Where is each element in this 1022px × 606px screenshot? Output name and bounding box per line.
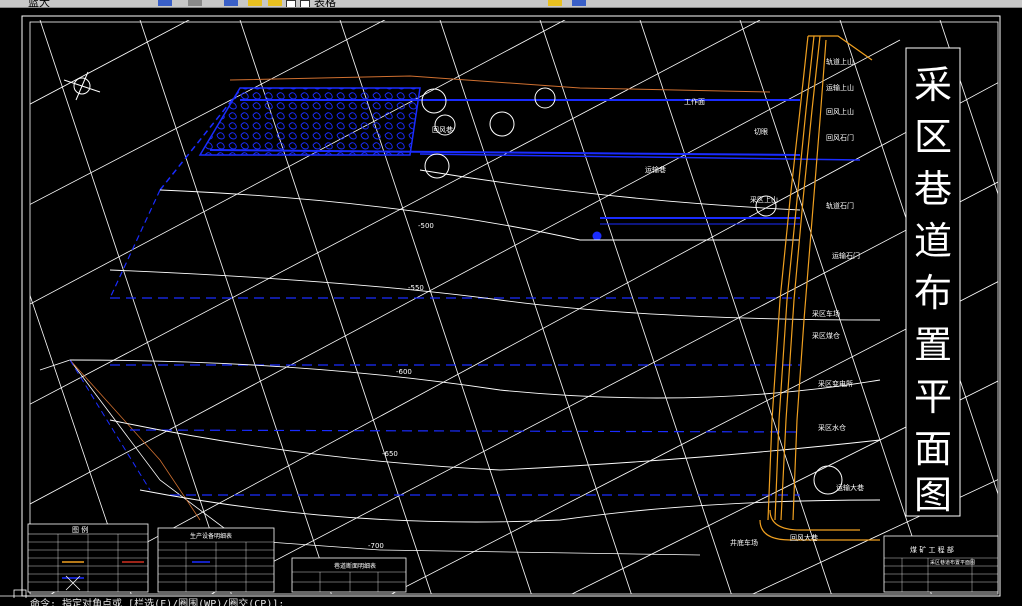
- section-table: 巷道断面明细表: [291, 557, 407, 593]
- drawing-canvas[interactable]: 轨道上山 运输上山 回风上山 回风石门 轨道石门 运输石门 采区车场 采区煤仓 …: [0, 8, 1022, 603]
- drawing-title: 采 区 巷 道 布 置 平 面 图: [914, 63, 952, 517]
- titleblock-header: 煤 矿 工 程 部: [910, 545, 954, 554]
- label-7: 采区车场: [812, 309, 840, 318]
- contour-label-2: -550: [408, 284, 424, 292]
- label-16: 切眼: [754, 128, 768, 136]
- coordinate-grid: [30, 20, 998, 594]
- label-4: 回风石门: [826, 133, 854, 142]
- equipment-title: 生产设备明细表: [190, 532, 232, 540]
- shaft-lines: [759, 35, 880, 541]
- label-3: 回风上山: [826, 107, 854, 116]
- contour-label-1: -500: [418, 222, 434, 230]
- title-char-1: 采: [914, 63, 952, 107]
- equipment-table: 生产设备明细表: [157, 527, 275, 593]
- label-18: 回风巷: [432, 126, 453, 134]
- zoom-icon[interactable]: [158, 0, 172, 6]
- section-title: 巷道断面明细表: [334, 562, 376, 570]
- command-line[interactable]: 命令: 指定对角点或 [栏选(F)/圈围(WP)/圈交(CP)]:: [0, 598, 1022, 606]
- contour-label-5: -700: [368, 542, 384, 550]
- label-17: 采区上山: [750, 195, 778, 204]
- dropdown-icon[interactable]: [188, 0, 202, 6]
- label-14: 工作面: [684, 97, 705, 106]
- layer-icon[interactable]: [224, 0, 238, 6]
- titleblock-name: 采区巷道布置平面图: [930, 559, 975, 566]
- legend-title: 图 例: [72, 525, 88, 534]
- drawing-svg: 轨道上山 运输上山 回风上山 回风石门 轨道石门 运输石门 采区车场 采区煤仓 …: [0, 15, 1001, 603]
- contour-label-4: -650: [382, 450, 398, 458]
- command-text: 命令: 指定对角点或 [栏选(F)/圈围(WP)/圈交(CP)]:: [30, 599, 285, 606]
- legend-table: 图 例: [27, 523, 149, 593]
- floor-contours: [69, 169, 881, 523]
- contour-label-3: -600: [396, 368, 412, 376]
- right-labels: 轨道上山 运输上山 回风上山 回风石门 轨道石门 运输石门 采区车场 采区煤仓 …: [730, 57, 864, 547]
- title-char-2: 区: [914, 115, 952, 159]
- roadway-network: [69, 89, 861, 496]
- drawing-border: [21, 15, 1001, 597]
- toolbar-text: 蓝大: [28, 0, 50, 8]
- label-8: 采区煤仓: [812, 331, 840, 340]
- title-char-7: 平: [914, 375, 952, 419]
- lock-icon[interactable]: [286, 0, 296, 7]
- label-2: 运输上山: [826, 83, 854, 92]
- label-12: 回风大巷: [790, 533, 818, 542]
- label-13: 井底车场: [730, 538, 758, 547]
- layer-name[interactable]: 表格: [314, 0, 336, 7]
- lightbulb-icon[interactable]: [248, 0, 262, 6]
- title-char-3: 巷: [914, 167, 952, 211]
- toolbar: 蓝大 表格: [0, 0, 1022, 8]
- title-char-4: 道: [914, 219, 952, 263]
- title-char-8: 面: [914, 427, 952, 471]
- sun-icon[interactable]: [268, 0, 282, 6]
- label-15: 运输巷: [645, 165, 666, 174]
- label-5: 轨道石门: [826, 201, 854, 210]
- label-11: 运输大巷: [836, 483, 864, 492]
- title-char-5: 布: [914, 271, 952, 315]
- goaf-area: [198, 87, 421, 156]
- fault-line: [69, 359, 201, 521]
- title-char-9: 图: [914, 473, 952, 517]
- label-1: 轨道上山: [826, 57, 854, 66]
- title-char-6: 置: [914, 323, 952, 367]
- color-swatch-icon[interactable]: [300, 0, 310, 7]
- label-6: 运输石门: [832, 251, 860, 260]
- layer-prev-icon[interactable]: [572, 0, 586, 6]
- label-10: 采区水仓: [818, 423, 846, 432]
- title-block: 煤 矿 工 程 部 采区巷道布置平面图: [883, 535, 999, 593]
- layer-state-icon[interactable]: [548, 0, 562, 6]
- label-9: 采区变电所: [818, 379, 853, 388]
